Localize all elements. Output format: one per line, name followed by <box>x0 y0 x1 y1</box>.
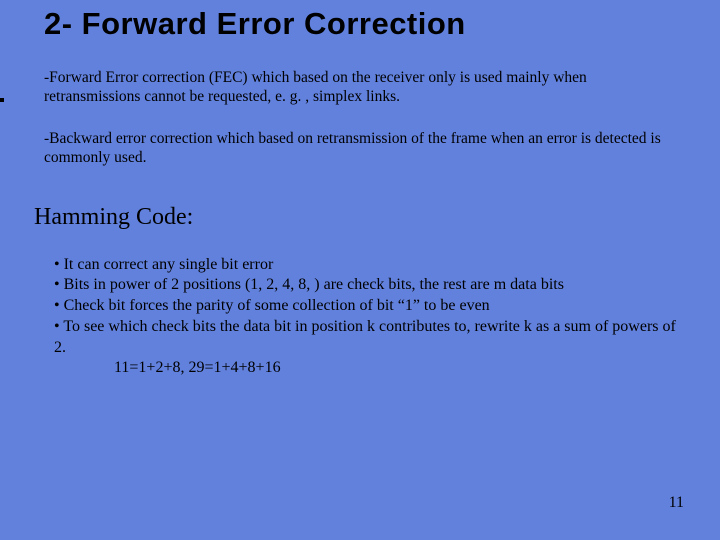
page-number: 11 <box>669 494 684 512</box>
bullet-sum-line: 11=1+2+8, 29=1+4+8+16 <box>54 358 686 379</box>
bullet-item-1: • It can correct any single bit error <box>54 255 686 276</box>
bullet-list: • It can correct any single bit error • … <box>34 255 686 380</box>
bullet-item-2: • Bits in power of 2 positions (1, 2, 4,… <box>54 275 686 296</box>
bullet-item-3: • Check bit forces the parity of some co… <box>54 296 686 317</box>
intro-paragraph-2: -Backward error correction which based o… <box>44 129 686 168</box>
bullet-item-4: • To see which check bits the data bit i… <box>54 317 686 359</box>
slide: 2- Forward Error Correction -Forward Err… <box>0 0 720 540</box>
intro-paragraph-1: -Forward Error correction (FEC) which ba… <box>44 68 686 107</box>
intro-block: -Forward Error correction (FEC) which ba… <box>34 68 686 168</box>
decorative-dot <box>0 98 4 102</box>
section-heading: Hamming Code: <box>34 204 686 231</box>
slide-title: 2- Forward Error Correction <box>34 0 686 50</box>
